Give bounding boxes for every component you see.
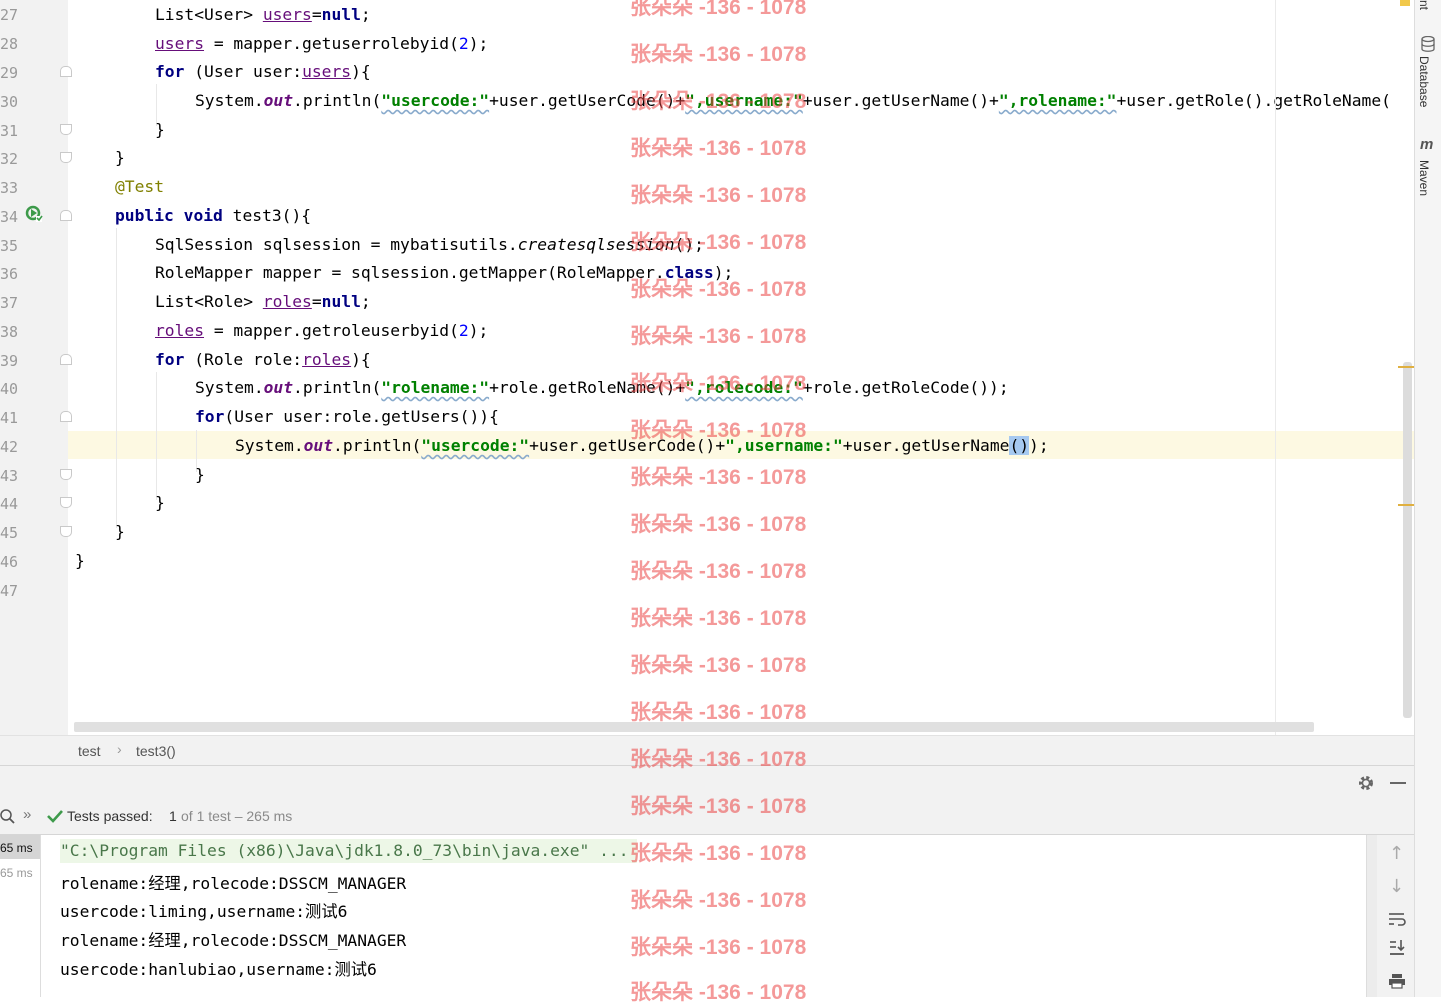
test-duration: 65 ms	[0, 866, 33, 880]
code-line: }	[155, 120, 165, 139]
test-status-bar: » Tests passed: 1 of 1 test – 265 ms	[0, 799, 1414, 835]
code-line: for(User user:role.getUsers()){	[195, 407, 499, 426]
code-line: public void test3(){	[115, 206, 312, 225]
run-panel-header	[0, 765, 1414, 801]
console-scrollbar[interactable]	[1366, 835, 1377, 997]
code-line: List<User> users=null;	[155, 5, 371, 24]
breadcrumb-method[interactable]: test3()	[136, 743, 176, 759]
console-side-toolbar: ↑ ↓	[1377, 835, 1414, 997]
code-line: }	[155, 493, 165, 512]
line-number: 32	[0, 150, 19, 168]
console-line: rolename:经理,rolecode:DSSCM_MANAGER	[60, 874, 407, 893]
code-line: users = mapper.getuserrolebyid(2);	[155, 34, 489, 53]
arrow-down-icon[interactable]: ↓	[1389, 876, 1404, 897]
line-number: 29	[0, 64, 19, 82]
soft-wrap-icon[interactable]	[1388, 911, 1406, 927]
console-line: rolename:经理,rolecode:DSSCM_MANAGER	[60, 931, 407, 950]
print-icon[interactable]	[1388, 973, 1406, 989]
fold-marker[interactable]	[60, 354, 72, 365]
line-number: 27	[0, 6, 19, 24]
line-number: 42	[0, 438, 19, 456]
database-icon	[1421, 36, 1435, 52]
line-number: 45	[0, 524, 19, 542]
code-line: }	[195, 465, 205, 484]
line-number: 44	[0, 495, 19, 513]
console-output[interactable]: "C:\Program Files (x86)\Java\jdk1.8.0_73…	[41, 835, 1366, 997]
vertical-scrollbar[interactable]	[1403, 362, 1412, 718]
minimize-icon[interactable]	[1390, 782, 1406, 784]
code-line: RoleMapper mapper = sqlsession.getMapper…	[155, 263, 734, 282]
line-number: 34	[0, 208, 19, 226]
line-number: 41	[0, 409, 19, 427]
code-line: for (User user:users){	[155, 62, 371, 81]
line-number: 30	[0, 93, 19, 111]
test-duration: 65 ms	[0, 841, 33, 855]
test-tree[interactable]: 65 ms 65 ms	[0, 835, 41, 997]
code-line: List<Role> roles=null;	[155, 292, 371, 311]
test-tree-row-selected[interactable]: 65 ms	[0, 835, 40, 859]
line-gutter: 27 28 29 30 31 32 33 34 35 36 37 38 39 4…	[0, 0, 72, 735]
indent-guide	[156, 372, 157, 500]
line-number: 31	[0, 122, 19, 140]
line-number: 28	[0, 35, 19, 53]
fold-marker[interactable]	[60, 469, 72, 480]
code-line: for (Role role:roles){	[155, 350, 371, 369]
line-number: 37	[0, 294, 19, 312]
code-line: }	[115, 522, 125, 541]
fold-marker[interactable]	[60, 497, 72, 508]
gear-icon[interactable]	[1357, 774, 1375, 792]
maven-tool-button[interactable]: Maven	[1417, 160, 1431, 196]
fold-marker[interactable]	[60, 210, 72, 221]
database-tool-button[interactable]: Database	[1417, 56, 1431, 107]
breadcrumb: test › test3()	[0, 735, 1414, 766]
line-number: 39	[0, 352, 19, 370]
line-number: 33	[0, 179, 19, 197]
fold-marker[interactable]	[60, 152, 72, 163]
run-test-icon[interactable]	[24, 204, 44, 224]
tool-window-label-truncated[interactable]: nt	[1417, 0, 1431, 10]
warning-stripe-mark[interactable]	[1400, 0, 1410, 6]
code-editor[interactable]: 27 28 29 30 31 32 33 34 35 36 37 38 39 4…	[0, 0, 1414, 735]
line-number: 36	[0, 265, 19, 283]
console-line: usercode:hanlubiao,username:测试6	[60, 960, 377, 979]
console-line: usercode:liming,username:测试6	[60, 902, 348, 921]
scroll-marker[interactable]	[1398, 366, 1414, 368]
code-line: roles = mapper.getroleuserbyid(2);	[155, 321, 489, 340]
line-number: 47	[0, 582, 19, 600]
expand-toolbar-icon[interactable]: »	[23, 806, 31, 823]
code-line: SqlSession sqlsession = mybatisutils.cre…	[155, 235, 704, 254]
search-history-icon[interactable]	[0, 808, 16, 824]
fold-marker[interactable]	[60, 124, 72, 135]
line-number: 35	[0, 237, 19, 255]
indent-guide	[116, 228, 117, 528]
scroll-to-end-icon[interactable]	[1388, 939, 1406, 957]
breadcrumb-separator: ›	[117, 741, 122, 757]
code-line: }	[115, 148, 125, 167]
line-number: 40	[0, 380, 19, 398]
horizontal-scrollbar[interactable]	[74, 722, 1314, 732]
matched-parens: ()	[1009, 436, 1030, 455]
fold-marker[interactable]	[60, 411, 72, 422]
scroll-marker[interactable]	[1398, 504, 1414, 506]
check-icon	[47, 810, 63, 823]
line-number: 46	[0, 553, 19, 571]
code-line: System.out.println("usercode:"+user.getU…	[195, 91, 1391, 110]
code-line: @Test	[115, 177, 165, 196]
line-number: 43	[0, 467, 19, 485]
fold-marker[interactable]	[60, 66, 72, 77]
command-line: "C:\Program Files (x86)\Java\jdk1.8.0_73…	[60, 841, 629, 860]
tests-summary: of 1 test – 265 ms	[181, 808, 293, 824]
tests-passed-count: 1	[169, 808, 177, 824]
maven-icon: m	[1420, 136, 1434, 153]
line-number: 38	[0, 323, 19, 341]
tests-passed-label: Tests passed:	[67, 808, 153, 824]
code-line: System.out.println("rolename:"+role.getR…	[195, 378, 1009, 397]
code-line: }	[75, 551, 85, 570]
fold-marker[interactable]	[60, 526, 72, 537]
breadcrumb-class[interactable]: test	[78, 743, 101, 759]
right-margin-guide	[1275, 0, 1276, 735]
arrow-up-icon[interactable]: ↑	[1389, 843, 1404, 864]
code-line-current: System.out.println("usercode:"+user.getU…	[235, 436, 1049, 455]
